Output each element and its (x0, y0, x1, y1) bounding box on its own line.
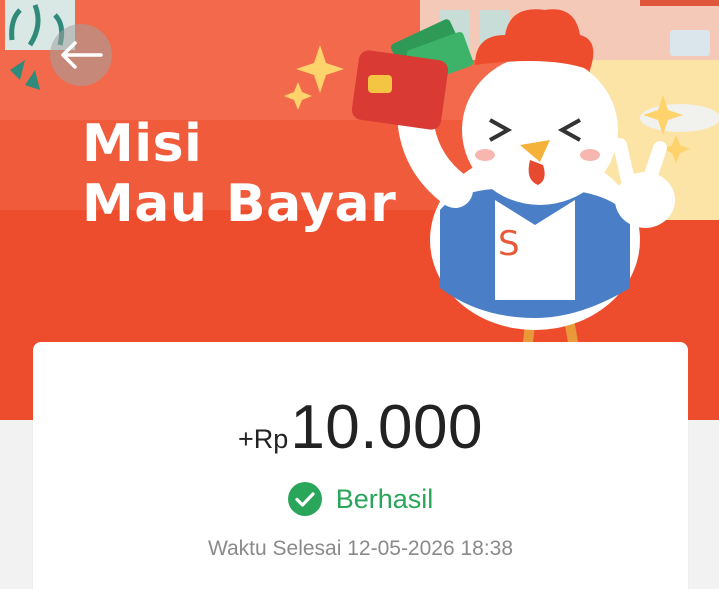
reward-amount: 10.000 (290, 393, 483, 462)
back-button[interactable] (50, 24, 112, 86)
banner-title-line-2: Mau Bayar (82, 174, 397, 234)
finish-time: Waktu Selesai 12-05-2026 18:38 (207, 537, 514, 560)
status-label: Berhasil (335, 483, 434, 514)
check-circle-icon (287, 482, 322, 516)
banner-title: Misi Mau Bayar (82, 114, 396, 234)
arrow-left-icon (61, 41, 103, 69)
status-row: Berhasil (33, 482, 688, 516)
reward-detail-screen: S Misi Mau Bayar +Rp 10.000 Berhasil Wak… (0, 0, 719, 589)
currency-prefix: +Rp (238, 424, 289, 454)
mascot-shirt-letter: S (498, 224, 520, 264)
reward-amount-row: +Rp 10.000 (33, 390, 688, 466)
reward-card: +Rp 10.000 Berhasil Waktu Selesai 12-05-… (33, 342, 688, 589)
banner-title-line-1: Misi (82, 114, 203, 174)
